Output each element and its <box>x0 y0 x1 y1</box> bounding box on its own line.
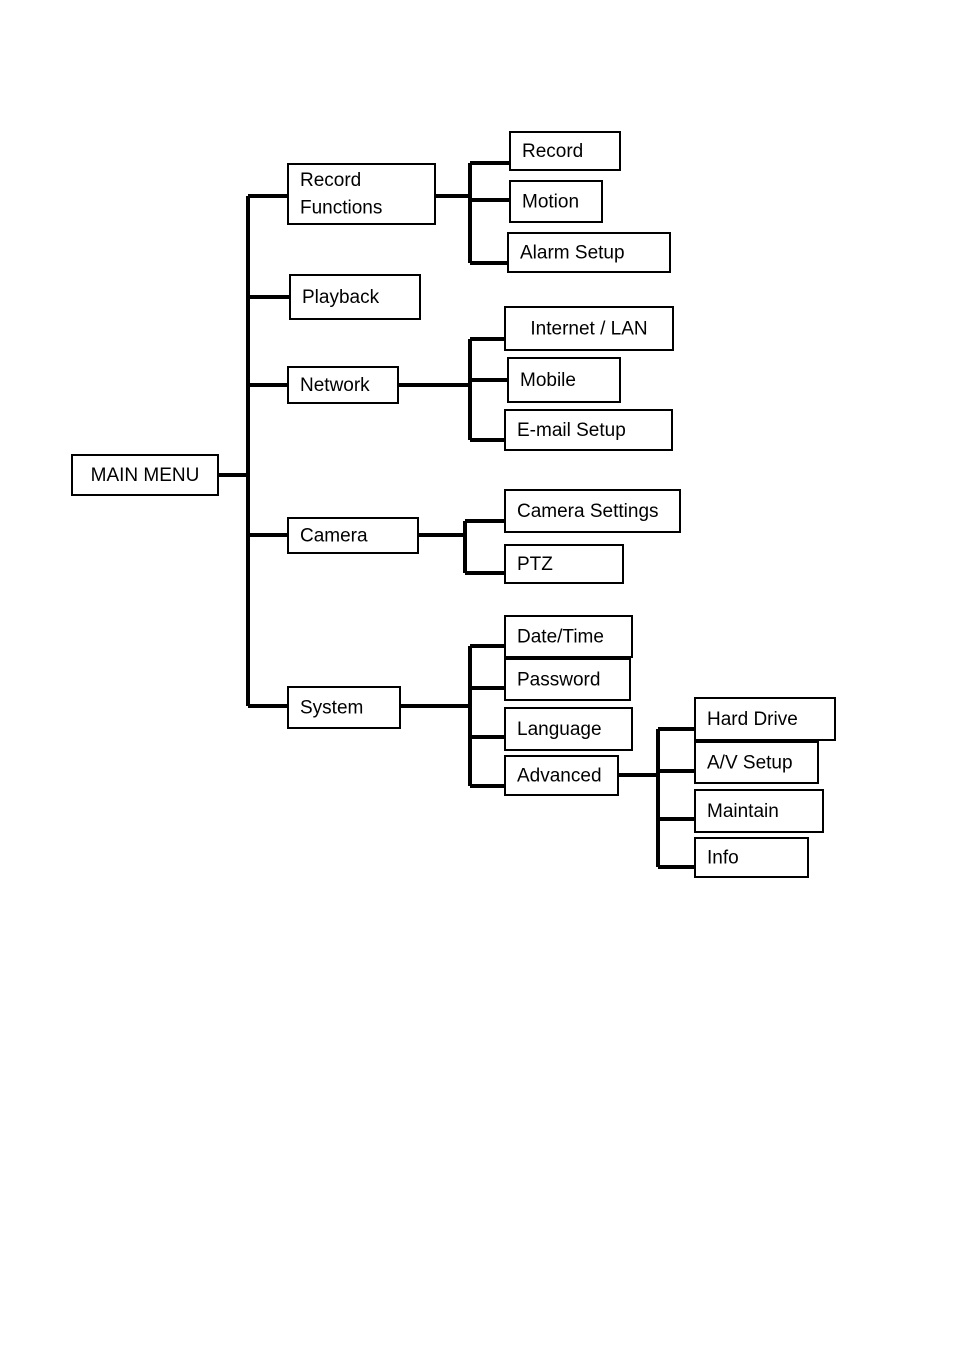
node-record[interactable]: Record <box>509 131 621 171</box>
node-av-setup[interactable]: A/V Setup <box>694 741 819 784</box>
node-playback[interactable]: Playback <box>289 274 421 320</box>
node-date-time[interactable]: Date/Time <box>504 615 633 658</box>
node-alarm-setup[interactable]: Alarm Setup <box>507 232 671 273</box>
node-label-main-menu: MAIN MENU <box>91 465 200 486</box>
node-camera[interactable]: Camera <box>287 517 419 554</box>
node-label-record: Record <box>522 141 583 162</box>
node-label-info: Info <box>707 848 739 869</box>
node-label-record-functions-line1: Record <box>300 170 361 191</box>
node-label-ptz: PTZ <box>517 554 553 575</box>
node-ptz[interactable]: PTZ <box>504 544 624 584</box>
nodes-layer: MAIN MENU Record Functions Playback Network C… <box>71 131 836 878</box>
node-label-internet-lan: Internet / LAN <box>530 319 647 340</box>
node-label-advanced: Advanced <box>517 766 602 787</box>
node-label-alarm-setup: Alarm Setup <box>520 243 625 264</box>
node-mobile[interactable]: Mobile <box>507 357 621 403</box>
node-maintain[interactable]: Maintain <box>694 789 824 833</box>
node-label-network: Network <box>300 375 370 396</box>
node-camera-settings[interactable]: Camera Settings <box>504 489 681 533</box>
node-label-playback: Playback <box>302 287 380 308</box>
tree-svg-canvas: MAIN MENU Record Functions Playback Network C… <box>71 131 836 878</box>
menu-tree-diagram: MAIN MENU Record Functions Playback Network C… <box>0 0 954 1350</box>
node-advanced[interactable]: Advanced <box>504 755 619 796</box>
node-label-maintain: Maintain <box>707 801 779 822</box>
node-network[interactable]: Network <box>287 366 399 404</box>
node-label-email-setup: E-mail Setup <box>517 420 626 441</box>
node-system[interactable]: System <box>287 686 401 729</box>
node-label-camera-settings: Camera Settings <box>517 501 659 522</box>
node-label-record-functions-line2: Functions <box>300 197 382 218</box>
node-language[interactable]: Language <box>504 707 633 751</box>
node-label-motion: Motion <box>522 192 579 213</box>
node-email-setup[interactable]: E-mail Setup <box>504 409 673 451</box>
node-label-language: Language <box>517 719 602 740</box>
node-label-date-time: Date/Time <box>517 627 604 648</box>
node-internet-lan[interactable]: Internet / LAN <box>504 306 674 351</box>
node-label-camera: Camera <box>300 526 368 547</box>
node-info[interactable]: Info <box>694 837 809 878</box>
node-label-password: Password <box>517 670 600 691</box>
node-label-av-setup: A/V Setup <box>707 753 793 774</box>
node-label-system: System <box>300 698 363 719</box>
node-label-hard-drive: Hard Drive <box>707 709 798 730</box>
node-record-functions[interactable]: Record Functions <box>287 163 436 225</box>
node-password[interactable]: Password <box>504 658 631 701</box>
node-main-menu[interactable]: MAIN MENU <box>71 454 219 496</box>
node-label-mobile: Mobile <box>520 370 576 391</box>
node-motion[interactable]: Motion <box>509 180 603 223</box>
node-hard-drive[interactable]: Hard Drive <box>694 697 836 741</box>
